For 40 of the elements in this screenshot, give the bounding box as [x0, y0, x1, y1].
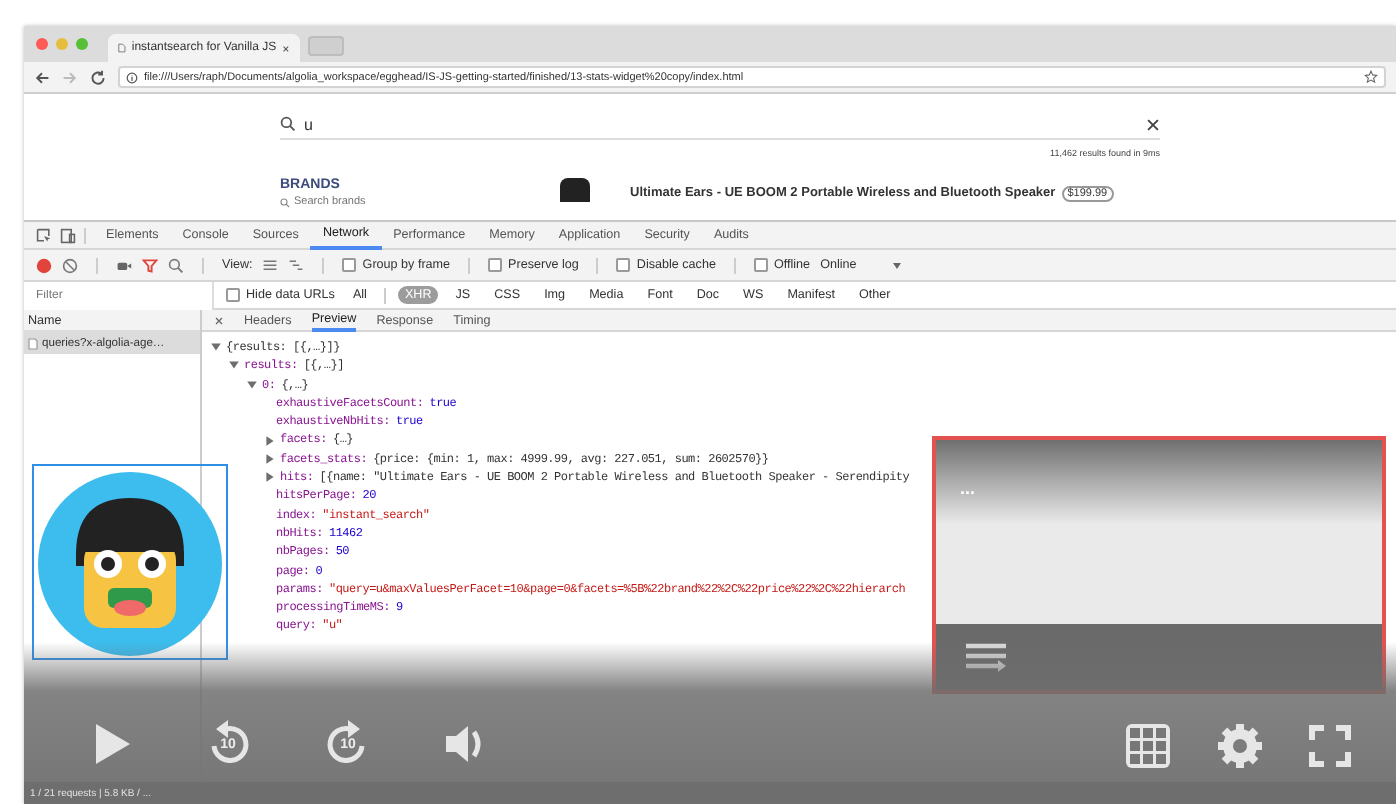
camera-icon[interactable] — [116, 257, 132, 273]
list-view-icon[interactable] — [262, 257, 279, 273]
search-icon[interactable] — [168, 257, 184, 273]
disclosure-triangle-icon[interactable] — [265, 471, 275, 484]
back-arrow-icon[interactable] — [34, 69, 50, 85]
search-icon — [280, 116, 296, 132]
search-field[interactable]: u — [304, 115, 1138, 133]
disclosure-triangle-icon[interactable] — [210, 342, 222, 353]
device-icon[interactable] — [60, 227, 76, 243]
info-icon — [126, 71, 138, 83]
star-icon[interactable] — [1364, 70, 1378, 84]
reload-icon[interactable] — [90, 69, 106, 85]
checkbox[interactable] — [616, 258, 631, 272]
checkbox[interactable] — [753, 258, 768, 272]
close-icon[interactable] — [214, 315, 224, 325]
disclosure-triangle-icon[interactable] — [265, 452, 275, 465]
disclosure-triangle-icon[interactable] — [228, 360, 240, 371]
checkbox[interactable] — [488, 258, 503, 272]
page-icon — [118, 42, 126, 54]
caret-icon — [892, 261, 903, 269]
checkbox[interactable] — [226, 288, 240, 302]
search-icon — [280, 197, 290, 207]
grid-icon[interactable] — [1124, 722, 1172, 770]
close-icon[interactable] — [282, 43, 290, 53]
record-button[interactable] — [36, 257, 52, 273]
playlist-icon[interactable] — [964, 641, 1008, 673]
play-icon[interactable] — [90, 720, 134, 768]
filter-icon[interactable] — [142, 257, 158, 273]
clear-icon[interactable] — [1146, 117, 1160, 131]
disclosure-triangle-icon[interactable] — [265, 434, 275, 447]
file-icon — [28, 337, 38, 349]
close-button[interactable] — [36, 38, 48, 50]
settings-icon[interactable] — [1216, 722, 1264, 770]
checkbox[interactable] — [342, 258, 357, 272]
disclosure-triangle-icon[interactable] — [246, 379, 258, 390]
fullscreen-icon[interactable] — [1308, 724, 1352, 768]
inspect-icon[interactable] — [36, 227, 52, 243]
video-title: ... — [960, 478, 976, 498]
waterfall-icon[interactable] — [288, 257, 305, 273]
product-photo-placeholder — [560, 178, 590, 202]
